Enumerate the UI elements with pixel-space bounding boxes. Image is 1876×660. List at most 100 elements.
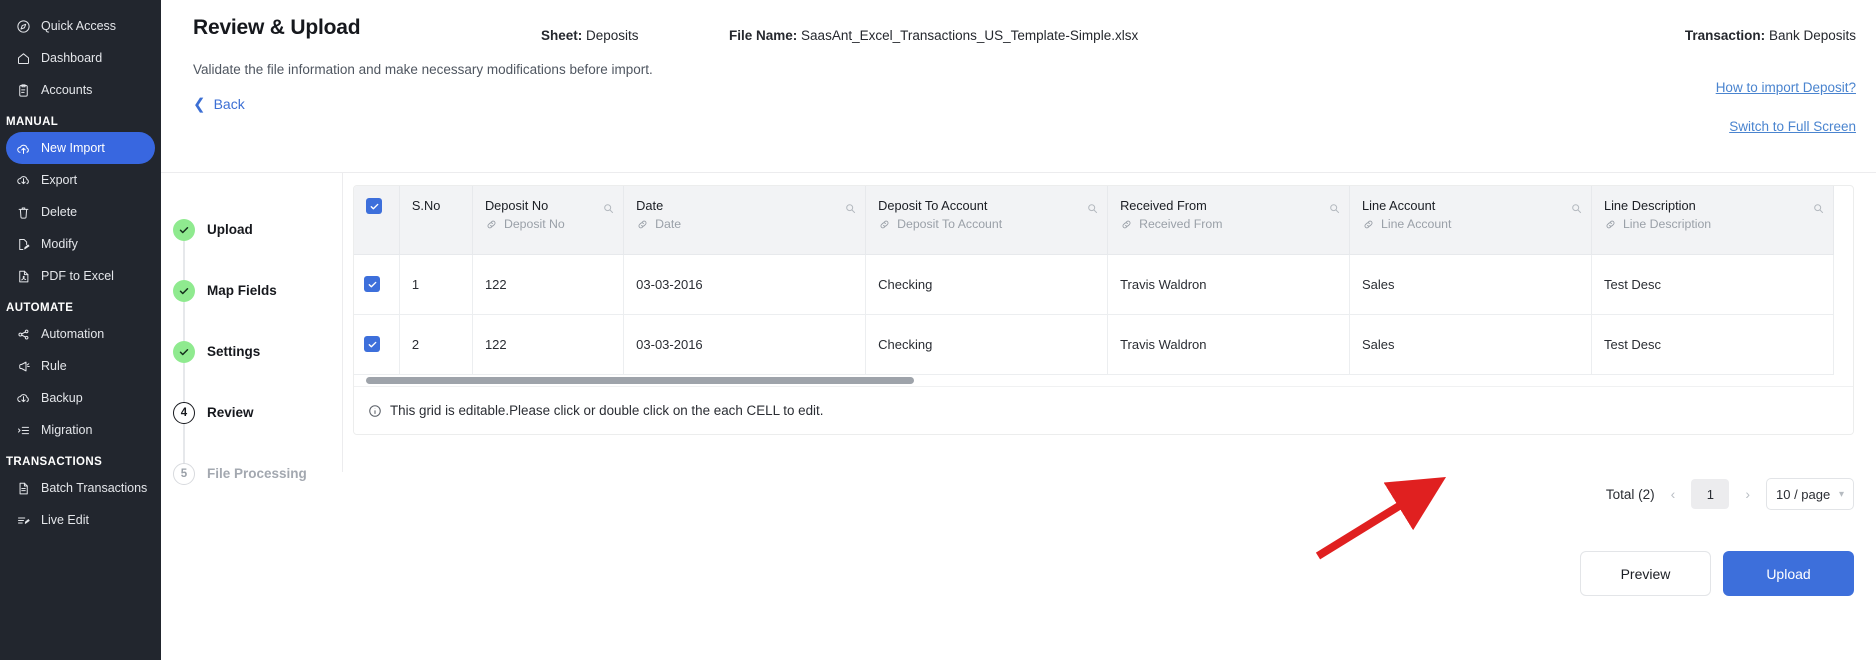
step-status-icon xyxy=(173,279,195,302)
column-header-line-account[interactable]: Line Account Line Account xyxy=(1349,186,1592,255)
preview-button[interactable]: Preview xyxy=(1580,551,1711,596)
cell-line-description[interactable]: Test Desc xyxy=(1591,314,1835,375)
sidebar-item-new-import[interactable]: New Import xyxy=(6,132,155,164)
data-grid-card: S.No Deposit No Deposit No Date Date Deposit … xyxy=(353,185,1854,435)
chevron-down-icon: ▾ xyxy=(1838,488,1844,500)
sidebar-item-label: Modify xyxy=(41,237,78,251)
column-header-label: Deposit To Account xyxy=(878,198,988,213)
column-mapping-label: Date xyxy=(655,216,682,231)
pagination-prev-button[interactable]: ‹ xyxy=(1667,486,1680,502)
table-row[interactable]: 1 122 03-03-2016 Checking Travis Waldron Sale… xyxy=(354,254,1835,315)
sidebar-item-label: Rule xyxy=(41,359,67,373)
sidebar-item-backup[interactable]: Backup xyxy=(6,382,155,414)
column-header-date[interactable]: Date Date xyxy=(623,186,867,255)
table-row[interactable]: 2 122 03-03-2016 Checking Travis Waldron Sale… xyxy=(354,314,1835,375)
sidebar-group-manual: MANUAL xyxy=(6,116,59,128)
sidebar-item-rule[interactable]: Rule xyxy=(6,350,155,382)
sidebar-item-label: Batch Transactions xyxy=(41,481,148,495)
column-header-line-description[interactable]: Line Description Line Description xyxy=(1591,186,1835,255)
column-mapping-label: Line Description xyxy=(1622,216,1712,231)
column-header-s-no[interactable]: S.No xyxy=(399,186,473,255)
sidebar-item-export[interactable]: Export xyxy=(6,164,155,196)
search-icon[interactable] xyxy=(844,202,857,215)
sidebar-item-label: Delete xyxy=(41,205,78,219)
page-size-select[interactable]: 10 / page ▾ xyxy=(1766,478,1854,510)
cell-line-account[interactable]: Sales xyxy=(1349,314,1592,375)
sheet-label: Sheet: xyxy=(541,28,583,43)
page-subtitle: Validate the file information and make n… xyxy=(193,62,653,77)
sidebar-item-pdf-to-excel[interactable]: PDF to Excel xyxy=(6,260,155,292)
cell-deposit-to-account[interactable]: Checking xyxy=(865,254,1109,315)
search-icon[interactable] xyxy=(1570,202,1583,215)
cell-date[interactable]: 03-03-2016 xyxy=(623,314,867,375)
sidebar-item-modify[interactable]: Modify xyxy=(6,228,155,260)
pagination-next-button[interactable]: › xyxy=(1741,486,1754,502)
upload-button[interactable]: Upload xyxy=(1723,551,1854,596)
column-header-label: Deposit No xyxy=(484,198,549,213)
cell-deposit-no[interactable]: 122 xyxy=(472,314,625,375)
cell-line-description[interactable]: Test Desc xyxy=(1591,254,1835,315)
transaction-label: Transaction: xyxy=(1684,28,1766,43)
column-mapping-label: Deposit No xyxy=(503,216,565,231)
sidebar-item-automation[interactable]: Automation xyxy=(6,318,155,350)
sidebar-item-label: Automation xyxy=(41,327,105,341)
compass-icon xyxy=(16,19,31,34)
download-cloud-icon xyxy=(16,173,31,188)
back-button[interactable]: ❮ Back xyxy=(193,96,245,112)
column-header-deposit-to-account[interactable]: Deposit To Account Deposit To Account xyxy=(865,186,1109,255)
cell-deposit-no[interactable]: 122 xyxy=(472,254,625,315)
column-header-deposit-no[interactable]: Deposit No Deposit No xyxy=(472,186,625,255)
cell-date[interactable]: 03-03-2016 xyxy=(623,254,867,315)
cell-sno[interactable]: 1 xyxy=(399,254,473,315)
step-review[interactable]: 4 Review xyxy=(161,382,342,464)
sidebar-item-migration[interactable]: Migration xyxy=(6,414,155,446)
step-file-processing[interactable]: 5 File Processing xyxy=(161,443,342,504)
column-header-label: Received From xyxy=(1120,198,1207,213)
column-mapping: Line Description xyxy=(1604,217,1823,235)
row-checkbox[interactable] xyxy=(364,276,380,292)
sidebar-item-dashboard[interactable]: Dashboard xyxy=(6,42,155,74)
step-connector xyxy=(183,424,185,464)
sidebar-item-live-edit[interactable]: Live Edit xyxy=(6,504,155,536)
column-header-received-from[interactable]: Received From Received From xyxy=(1107,186,1351,255)
sidebar-item-quick-access[interactable]: Quick Access xyxy=(6,10,155,42)
cell-sno[interactable]: 2 xyxy=(399,314,473,375)
link-icon xyxy=(636,217,649,235)
grid-head: S.No Deposit No Deposit No Date Date Deposit … xyxy=(354,186,1835,255)
footer-actions: Preview Upload xyxy=(1580,551,1854,596)
select-all-checkbox[interactable] xyxy=(366,198,382,214)
step-label: Upload xyxy=(207,222,253,237)
list-arrow-icon xyxy=(16,423,31,438)
sidebar-item-delete[interactable]: Delete xyxy=(6,196,155,228)
column-mapping: Date xyxy=(636,217,855,235)
switch-fullscreen-link[interactable]: Switch to Full Screen xyxy=(1729,119,1856,134)
sidebar-item-batch-transactions[interactable]: Batch Transactions xyxy=(6,472,155,504)
pagination-total: Total (2) xyxy=(1605,486,1655,502)
sidebar: Quick Access Dashboard Accounts MANUAL New I… xyxy=(0,0,161,660)
row-checkbox[interactable] xyxy=(364,336,380,352)
cell-deposit-to-account[interactable]: Checking xyxy=(865,314,1109,375)
step-connector xyxy=(183,241,185,281)
sidebar-item-label: Backup xyxy=(41,391,83,405)
home-icon xyxy=(16,51,31,66)
horizontal-scrollbar[interactable] xyxy=(366,377,914,384)
search-icon[interactable] xyxy=(1328,202,1341,215)
trash-icon xyxy=(16,205,31,220)
pagination-page-1[interactable]: 1 xyxy=(1691,479,1730,509)
step-map-fields[interactable]: Map Fields xyxy=(161,260,342,342)
cell-received-from[interactable]: Travis Waldron xyxy=(1107,254,1351,315)
share-nodes-icon xyxy=(16,327,31,342)
cell-line-account[interactable]: Sales xyxy=(1349,254,1592,315)
step-settings[interactable]: Settings xyxy=(161,321,342,403)
cell-received-from[interactable]: Travis Waldron xyxy=(1107,314,1351,375)
how-to-import-link[interactable]: How to import Deposit? xyxy=(1716,80,1856,95)
row-select-cell xyxy=(354,254,400,315)
row-select-cell xyxy=(354,314,400,375)
sidebar-item-accounts[interactable]: Accounts xyxy=(6,74,155,106)
step-upload[interactable]: Upload xyxy=(161,199,342,281)
sidebar-item-label: Export xyxy=(41,173,78,187)
search-icon[interactable] xyxy=(1086,202,1099,215)
search-icon[interactable] xyxy=(1812,202,1825,215)
search-icon[interactable] xyxy=(602,202,615,215)
step-label: Review xyxy=(207,405,254,420)
